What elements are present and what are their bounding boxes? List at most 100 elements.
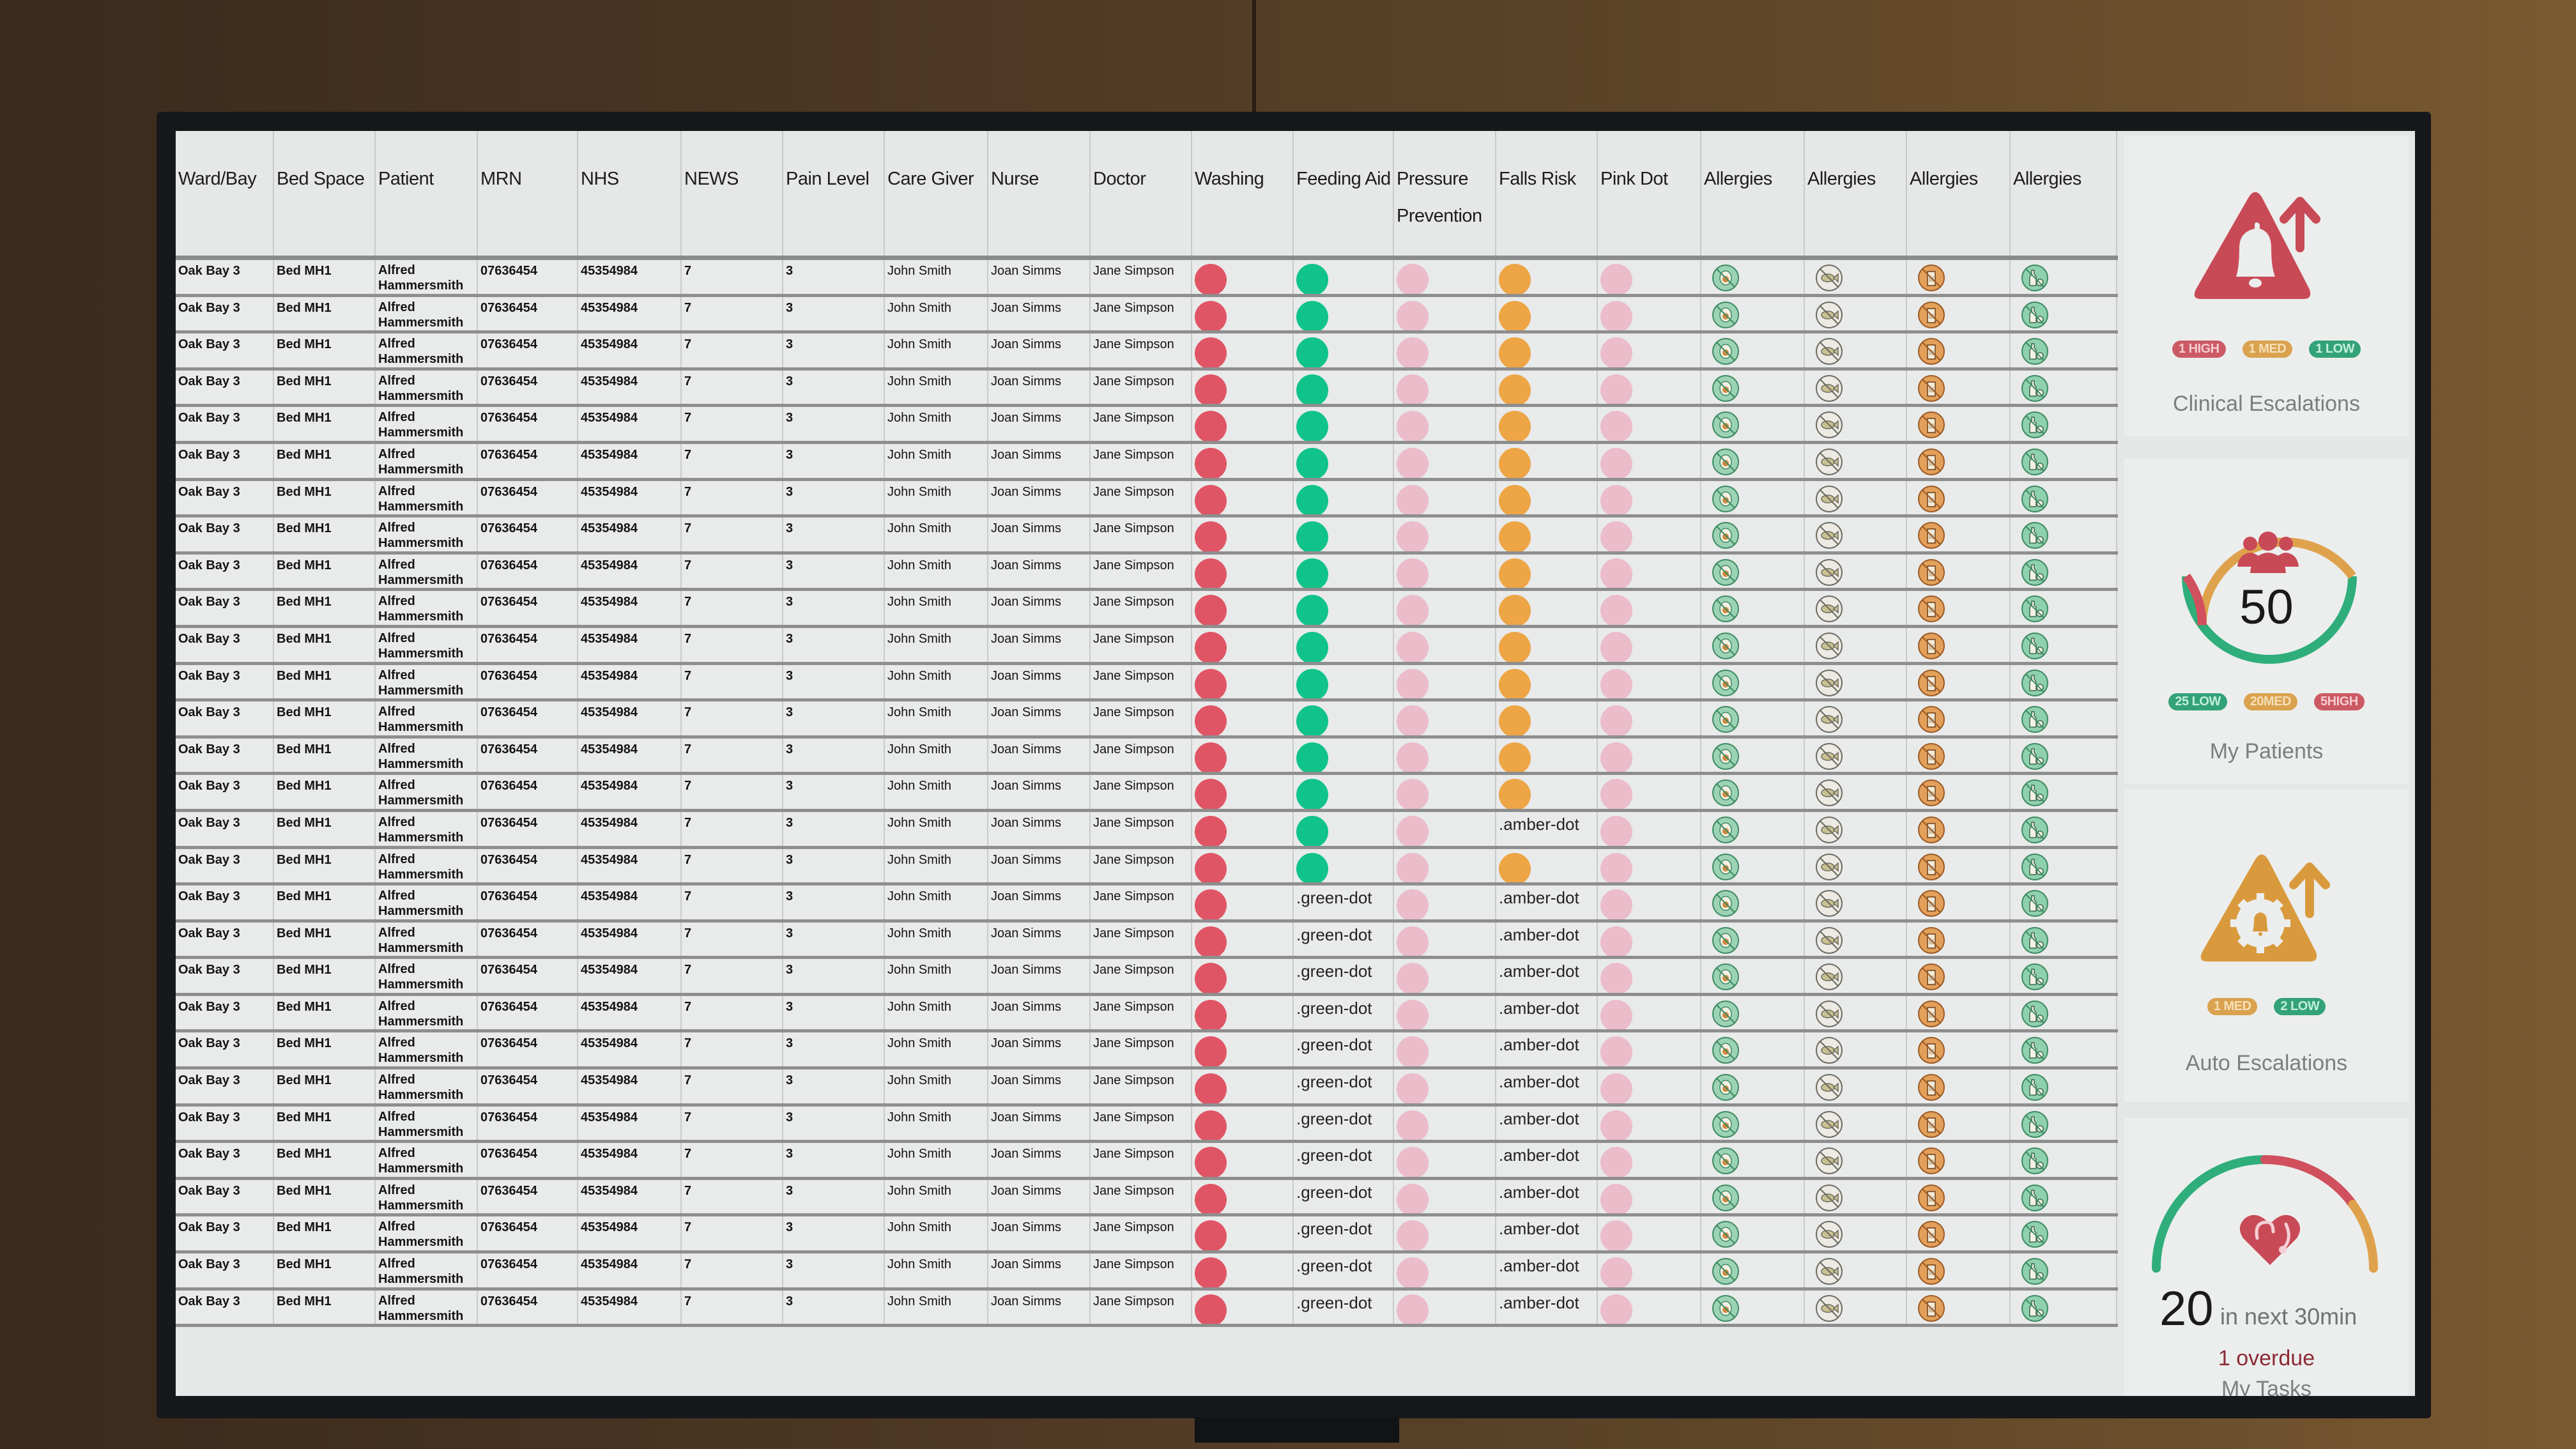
amber-status-dot[interactable] (1499, 521, 1531, 551)
badge-med[interactable]: 20MED (2243, 693, 2298, 710)
red-status-dot[interactable] (1195, 742, 1227, 772)
pink-status-dot[interactable] (1397, 300, 1429, 331)
pink-status-dot[interactable] (1397, 742, 1429, 772)
green-status-dot[interactable] (1296, 374, 1328, 404)
pink-status-dot[interactable] (1600, 852, 1632, 883)
auto-escalations-card[interactable]: 1 MED 2 LOW Auto Escalations (2124, 789, 2409, 1102)
red-status-dot[interactable] (1195, 1110, 1227, 1140)
column-header-washing[interactable]: Washing (1192, 131, 1294, 256)
column-header-doctor[interactable]: Doctor (1091, 131, 1192, 256)
clinical-escalations-card[interactable]: 1 HIGH 1 MED 1 LOW Clinical Escalations (2124, 136, 2409, 436)
pink-status-dot[interactable] (1397, 779, 1429, 809)
red-status-dot[interactable] (1195, 779, 1227, 809)
red-status-dot[interactable] (1195, 1183, 1227, 1214)
column-header-care-giver[interactable]: Care Giver (885, 131, 988, 256)
pink-status-dot[interactable] (1600, 1073, 1632, 1103)
table-row[interactable]: Oak Bay 3 Bed MH1 Alfred Hammersmith 076364… (176, 1143, 2118, 1180)
red-status-dot[interactable] (1195, 521, 1227, 551)
amber-status-dot[interactable] (1499, 447, 1531, 478)
red-status-dot[interactable] (1195, 558, 1227, 588)
my-tasks-card[interactable]: 20 in next 30min 1 overdue My Tasks (2124, 1118, 2409, 1396)
pink-status-dot[interactable] (1600, 447, 1632, 478)
table-row[interactable]: Oak Bay 3 Bed MH1 Alfred Hammersmith 076364… (176, 518, 2118, 555)
table-row[interactable]: Oak Bay 3 Bed MH1 Alfred Hammersmith 076364… (176, 260, 2118, 297)
table-row[interactable]: Oak Bay 3 Bed MH1 Alfred Hammersmith 076364… (176, 811, 2118, 849)
table-row[interactable]: Oak Bay 3 Bed MH1 Alfred Hammersmith 076364… (176, 848, 2118, 886)
amber-status-dot[interactable] (1499, 337, 1531, 367)
pink-status-dot[interactable] (1600, 631, 1632, 662)
amber-status-dot[interactable] (1499, 852, 1531, 883)
column-header-feeding-aid[interactable]: Feeding Aid (1294, 131, 1394, 256)
pink-status-dot[interactable] (1397, 815, 1429, 846)
table-row[interactable]: Oak Bay 3 Bed MH1 Alfred Hammersmith 076364… (176, 554, 2118, 592)
pink-status-dot[interactable] (1600, 963, 1632, 993)
pink-status-dot[interactable] (1397, 521, 1429, 551)
red-status-dot[interactable] (1195, 815, 1227, 846)
pink-status-dot[interactable] (1600, 1147, 1632, 1177)
amber-status-dot[interactable] (1499, 595, 1531, 625)
table-row[interactable]: Oak Bay 3 Bed MH1 Alfred Hammersmith 076364… (176, 627, 2118, 665)
column-header-pink-dot[interactable]: Pink Dot (1598, 131, 1701, 256)
pink-status-dot[interactable] (1397, 631, 1429, 662)
pink-status-dot[interactable] (1397, 374, 1429, 404)
amber-status-dot[interactable] (1499, 300, 1531, 331)
red-status-dot[interactable] (1195, 852, 1227, 883)
column-header-nurse[interactable]: Nurse (988, 131, 1091, 256)
pink-status-dot[interactable] (1600, 1036, 1632, 1067)
column-header-patient[interactable]: Patient (376, 131, 478, 256)
table-row[interactable]: Oak Bay 3 Bed MH1 Alfred Hammersmith 076364… (176, 959, 2118, 996)
pink-status-dot[interactable] (1600, 999, 1632, 1030)
amber-status-dot[interactable] (1499, 411, 1531, 441)
amber-status-dot[interactable] (1499, 631, 1531, 662)
table-row[interactable]: Oak Bay 3 Bed MH1 Alfred Hammersmith 076364… (176, 1032, 2118, 1070)
red-status-dot[interactable] (1195, 264, 1227, 294)
pink-status-dot[interactable] (1397, 1257, 1429, 1287)
table-row[interactable]: Oak Bay 3 Bed MH1 Alfred Hammersmith 076364… (176, 1216, 2118, 1254)
pink-status-dot[interactable] (1600, 1110, 1632, 1140)
amber-status-dot[interactable] (1499, 484, 1531, 515)
pink-status-dot[interactable] (1397, 447, 1429, 478)
red-status-dot[interactable] (1195, 1220, 1227, 1251)
red-status-dot[interactable] (1195, 337, 1227, 367)
column-header-bed-space[interactable]: Bed Space (274, 131, 376, 256)
table-row[interactable]: Oak Bay 3 Bed MH1 Alfred Hammersmith 076364… (176, 922, 2118, 960)
pink-status-dot[interactable] (1600, 411, 1632, 441)
column-header-mrn[interactable]: MRN (478, 131, 578, 256)
table-row[interactable]: Oak Bay 3 Bed MH1 Alfred Hammersmith 076364… (176, 296, 2118, 334)
column-header-news[interactable]: NEWS (682, 131, 783, 256)
pink-status-dot[interactable] (1600, 742, 1632, 772)
amber-status-dot[interactable] (1499, 558, 1531, 588)
column-header-allergy-dairy[interactable]: Allergies (2011, 131, 2117, 256)
table-row[interactable]: Oak Bay 3 Bed MH1 Alfred Hammersmith 076364… (176, 443, 2118, 481)
pink-status-dot[interactable] (1397, 337, 1429, 367)
amber-status-dot[interactable] (1499, 705, 1531, 735)
red-status-dot[interactable] (1195, 926, 1227, 956)
column-header-ward-bay[interactable]: Ward/Bay (176, 131, 274, 256)
pink-status-dot[interactable] (1397, 963, 1429, 993)
pink-status-dot[interactable] (1397, 1110, 1429, 1140)
table-row[interactable]: Oak Bay 3 Bed MH1 Alfred Hammersmith 076364… (176, 775, 2118, 812)
badge-med[interactable]: 1 MED (2242, 341, 2293, 358)
red-status-dot[interactable] (1195, 1147, 1227, 1177)
green-status-dot[interactable] (1296, 447, 1328, 478)
table-row[interactable]: Oak Bay 3 Bed MH1 Alfred Hammersmith 076364… (176, 370, 2118, 408)
green-status-dot[interactable] (1296, 631, 1328, 662)
badge-low[interactable]: 25 LOW (2168, 693, 2227, 710)
red-status-dot[interactable] (1195, 668, 1227, 699)
pink-status-dot[interactable] (1600, 374, 1632, 404)
table-row[interactable]: Oak Bay 3 Bed MH1 Alfred Hammersmith 076364… (176, 1106, 2118, 1144)
table-row[interactable]: Oak Bay 3 Bed MH1 Alfred Hammersmith 076364… (176, 334, 2118, 371)
pink-status-dot[interactable] (1397, 1294, 1429, 1324)
green-status-dot[interactable] (1296, 779, 1328, 809)
red-status-dot[interactable] (1195, 595, 1227, 625)
red-status-dot[interactable] (1195, 705, 1227, 735)
pink-status-dot[interactable] (1397, 926, 1429, 956)
column-header-falls-risk[interactable]: Falls Risk (1496, 131, 1598, 256)
green-status-dot[interactable] (1296, 705, 1328, 735)
column-header-allergy-egg[interactable]: Allergies (1701, 131, 1805, 256)
pink-status-dot[interactable] (1397, 264, 1429, 294)
pink-status-dot[interactable] (1600, 484, 1632, 515)
green-status-dot[interactable] (1296, 668, 1328, 699)
pink-status-dot[interactable] (1397, 595, 1429, 625)
pink-status-dot[interactable] (1600, 926, 1632, 956)
